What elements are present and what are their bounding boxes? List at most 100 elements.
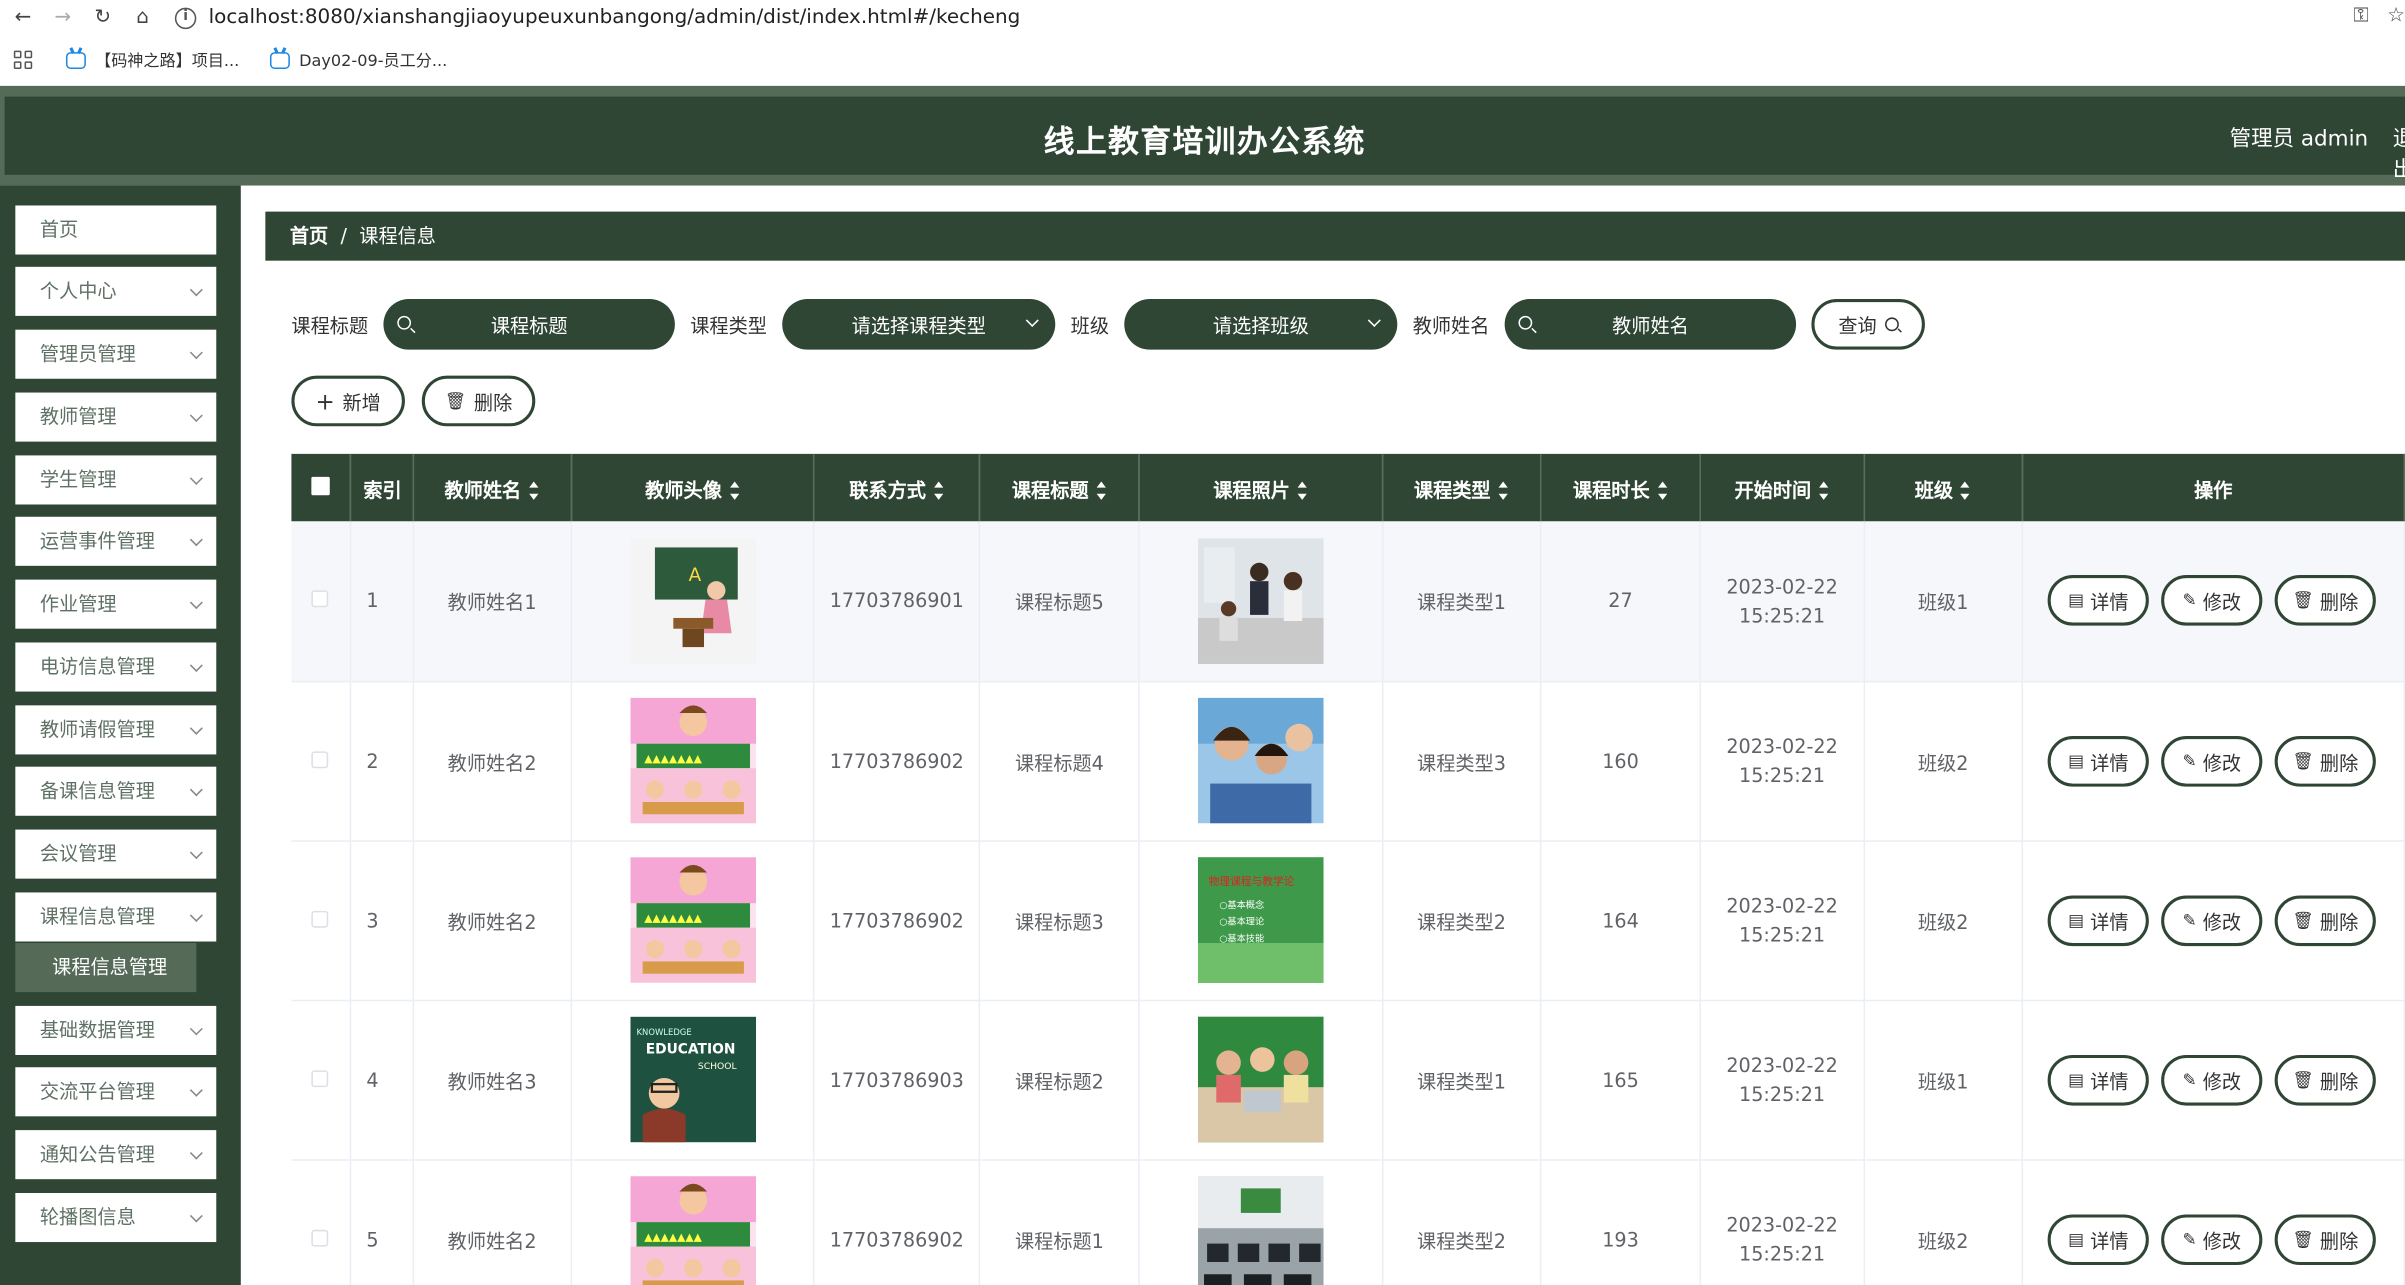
reload-icon[interactable]: ↻: [86, 6, 120, 29]
sidebar-subitem-course-info[interactable]: 课程信息管理: [15, 943, 197, 993]
detail-button[interactable]: ▤ 详情: [2047, 894, 2149, 946]
delete-button[interactable]: 🗑 删除: [2274, 735, 2376, 786]
course-photo-image[interactable]: [1197, 1016, 1324, 1143]
delete-button[interactable]: 🗑 删除: [2274, 1213, 2376, 1265]
col-course-type[interactable]: 课程类型: [1382, 453, 1542, 522]
row-checkbox[interactable]: [312, 750, 329, 768]
edit-button[interactable]: ✎ 修改: [2161, 1213, 2263, 1265]
col-teacher-name[interactable]: 教师姓名: [412, 453, 573, 522]
course-photo-image[interactable]: 物理课程与教学论 ○基本概念 ○基本理论 ○基本技能: [1197, 857, 1324, 983]
search-icon: [1884, 316, 1899, 331]
detail-button[interactable]: ▤ 详情: [2047, 575, 2149, 627]
course-title-input[interactable]: 课程标题: [383, 298, 675, 349]
col-duration[interactable]: 课程时长: [1540, 453, 1702, 522]
teacher-avatar-image[interactable]: KNOWLEDGE EDUCATION SCHOOL: [629, 1016, 756, 1143]
col-class[interactable]: 班级: [1863, 453, 2024, 522]
delete-button[interactable]: 🗑 删除: [2274, 894, 2376, 946]
svg-text:○基本技能: ○基本技能: [1219, 933, 1264, 945]
sidebar-item[interactable]: 个人中心: [15, 266, 217, 316]
sidebar-item[interactable]: 会议管理: [15, 829, 217, 879]
sidebar-item[interactable]: 教师管理: [15, 392, 217, 442]
course-photo-image[interactable]: [1197, 1176, 1324, 1285]
sidebar-item[interactable]: 通知公告管理: [15, 1130, 217, 1180]
col-course-photo[interactable]: 课程照片: [1139, 453, 1383, 522]
detail-button[interactable]: ▤ 详情: [2047, 1054, 2149, 1105]
table-row: 1 教师姓名1 A 17703786901 课程标题5 课程类型1 27 2023-02-22…: [291, 521, 2405, 682]
sidebar-item[interactable]: 学生管理: [15, 455, 217, 505]
site-info-icon[interactable]: i: [174, 6, 197, 29]
detail-button[interactable]: ▤ 详情: [2047, 1213, 2149, 1265]
row-checkbox-cell[interactable]: [291, 521, 352, 682]
col-course-title[interactable]: 课程标题: [979, 453, 1141, 522]
select-all-checkbox[interactable]: [291, 453, 352, 522]
class-select[interactable]: 请选择班级: [1124, 298, 1398, 349]
sidebar-item[interactable]: 教师请假管理: [15, 705, 217, 755]
add-button[interactable]: + 新增: [291, 375, 405, 427]
col-start-time[interactable]: 开始时间: [1700, 453, 1865, 522]
chevron-down-icon: [189, 283, 203, 297]
back-arrow-icon[interactable]: ←: [6, 6, 40, 29]
delete-button[interactable]: 🗑 删除: [2274, 575, 2376, 627]
row-checkbox[interactable]: [312, 910, 329, 927]
sidebar-item[interactable]: 电访信息管理: [15, 642, 217, 692]
teacher-name-input[interactable]: 教师姓名: [1504, 298, 1797, 349]
bilibili-icon: [65, 51, 86, 69]
cell-teacher-name: 教师姓名2: [412, 680, 573, 842]
sidebar-item[interactable]: 交流平台管理: [15, 1067, 217, 1117]
chevron-down-icon: [189, 846, 203, 860]
bookmark-item[interactable]: Day02-09-员工分...: [269, 48, 447, 71]
course-photo-image[interactable]: [1197, 697, 1324, 824]
apps-grid-icon[interactable]: [13, 50, 33, 70]
sidebar-item[interactable]: 轮播图信息: [15, 1192, 217, 1243]
course-type-select[interactable]: 请选择课程类型: [782, 298, 1056, 349]
query-button[interactable]: 查询: [1811, 298, 1926, 349]
cell-duration: 164: [1540, 840, 1702, 1001]
row-checkbox-cell[interactable]: [291, 999, 352, 1161]
batch-delete-button[interactable]: 🗑 删除: [421, 375, 536, 427]
course-photo-image[interactable]: [1197, 537, 1324, 664]
sidebar-item[interactable]: 基础数据管理: [15, 1005, 217, 1055]
sidebar-item[interactable]: 备课信息管理: [15, 766, 217, 816]
edit-button[interactable]: ✎ 修改: [2161, 735, 2263, 786]
bookmark-item[interactable]: 【码神之路】项目...: [65, 48, 239, 71]
home-icon[interactable]: ⌂: [126, 6, 160, 29]
key-icon[interactable]: ⚿: [2354, 5, 2369, 28]
chevron-down-icon: [189, 658, 203, 673]
table-row: 2 教师姓名2 ▲▲▲▲▲▲▲ 17703786902 课程标题4 课程类型3 160 202…: [291, 680, 2405, 842]
sidebar-item[interactable]: 管理员管理: [15, 329, 217, 379]
sidebar-item[interactable]: 运营事件管理: [15, 516, 217, 566]
edit-button[interactable]: ✎ 修改: [2161, 575, 2263, 627]
cell-duration: 160: [1540, 680, 1702, 842]
teacher-avatar-image[interactable]: ▲▲▲▲▲▲▲: [629, 857, 756, 983]
cell-course-type: 课程类型1: [1382, 999, 1542, 1161]
pencil-icon: ✎: [2182, 750, 2197, 771]
cell-index: 3: [350, 840, 414, 1001]
cell-class: 班级2: [1863, 840, 2024, 1001]
teacher-avatar-image[interactable]: A: [629, 537, 756, 664]
delete-button[interactable]: 🗑 删除: [2274, 1054, 2376, 1105]
sidebar-item[interactable]: 课程信息管理: [15, 892, 217, 942]
chevron-down-icon: [189, 1022, 203, 1036]
col-teacher-avatar[interactable]: 教师头像: [571, 453, 815, 522]
row-checkbox-cell[interactable]: [291, 1159, 352, 1285]
row-checkbox[interactable]: [312, 590, 329, 608]
sidebar-item[interactable]: 首页: [15, 205, 217, 255]
sidebar-item[interactable]: 作业管理: [15, 579, 217, 629]
cell-operations: ▤ 详情 ✎ 修改 🗑 删除: [2022, 680, 2405, 842]
edit-button[interactable]: ✎ 修改: [2161, 1054, 2263, 1105]
forward-arrow-icon[interactable]: →: [46, 6, 80, 29]
row-checkbox[interactable]: [312, 1229, 329, 1246]
row-checkbox-cell[interactable]: [291, 680, 352, 842]
bookmarks-bar: 【码神之路】项目... Day02-09-员工分...: [0, 41, 2405, 109]
row-checkbox-cell[interactable]: [291, 840, 352, 1001]
sort-icon: [528, 481, 540, 500]
url-text[interactable]: localhost:8080/xianshangjiaoyupeuxunbang…: [209, 6, 1021, 29]
breadcrumb-home[interactable]: 首页: [290, 224, 328, 247]
bookmark-star-icon[interactable]: ☆: [2387, 5, 2405, 28]
teacher-avatar-image[interactable]: ▲▲▲▲▲▲▲: [629, 697, 756, 824]
row-checkbox[interactable]: [312, 1069, 329, 1087]
edit-button[interactable]: ✎ 修改: [2161, 894, 2263, 946]
col-phone[interactable]: 联系方式: [814, 453, 981, 522]
detail-button[interactable]: ▤ 详情: [2047, 735, 2149, 786]
teacher-avatar-image[interactable]: ▲▲▲▲▲▲▲: [629, 1176, 756, 1285]
